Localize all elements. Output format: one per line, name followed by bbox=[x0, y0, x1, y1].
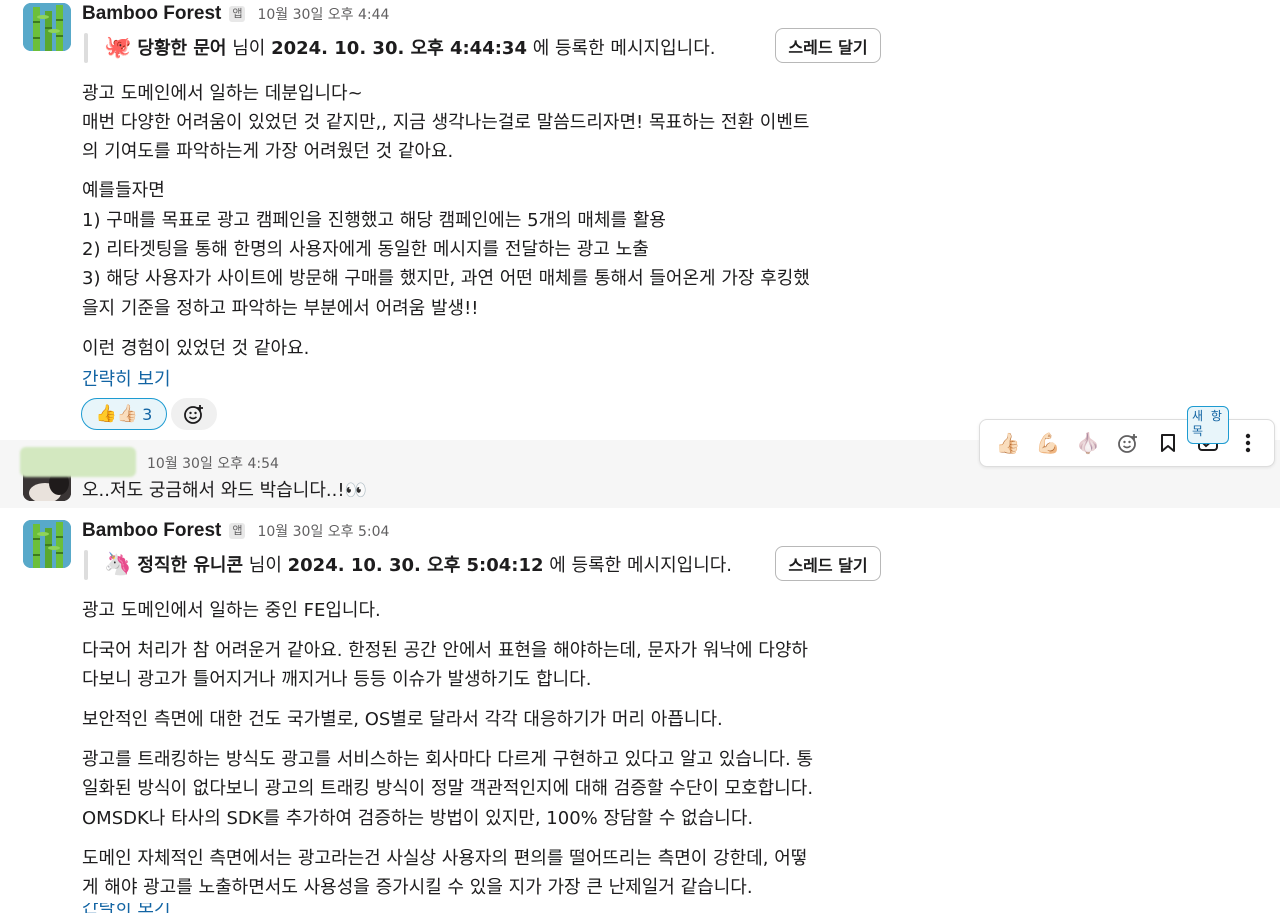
bookmark-icon bbox=[1161, 434, 1175, 452]
message-text: 매번 다양한 어려움이 있었던 것 같지만,, 지금 생각나는걸로 말씀드리자면… bbox=[82, 112, 810, 133]
thumbs-up-reaction[interactable]: 👍👍🏻 3 bbox=[81, 398, 167, 430]
thumbs-up-icon: 👍🏻 bbox=[995, 431, 1021, 455]
more-actions-button[interactable] bbox=[1228, 423, 1268, 463]
registration-mid-text: 님이 bbox=[243, 555, 288, 576]
thumbs-up-icon: 👍👍🏻 bbox=[95, 404, 139, 424]
collapse-link[interactable]: 간략히 보기 bbox=[82, 903, 171, 913]
quote-bar bbox=[84, 33, 88, 63]
add-reaction-button[interactable] bbox=[171, 398, 217, 430]
registration-date: 2024. 10. 30. 오후 4:44:34 bbox=[271, 38, 527, 59]
registration-line: 🦄 정직한 유니콘 님이 2024. 10. 30. 오후 5:04:12 에 … bbox=[104, 549, 732, 579]
quick-reaction-biceps[interactable]: 💪🏻 bbox=[1028, 423, 1068, 463]
message-text: OMSDK나 타사의 SDK를 추가하여 검증하는 방법이 있지만, 100% … bbox=[82, 808, 754, 829]
registration-line: 🐙 당황한 문어 님이 2024. 10. 30. 오후 4:44:34 에 등… bbox=[104, 32, 715, 62]
blurred-username bbox=[20, 447, 136, 477]
quote-bar bbox=[84, 550, 88, 580]
message-actions-toolbar: 👍🏻 💪🏻 🧄 bbox=[979, 419, 1275, 467]
message-text: 광고 도메인에서 일하는 중인 FE입니다. bbox=[82, 600, 381, 621]
octopus-icon: 🐙 bbox=[104, 34, 132, 60]
message-text: 도메인 자체적인 측면에서는 광고라는건 사실상 사용자의 편의를 떨어뜨리는 … bbox=[82, 848, 808, 869]
reaction-count: 3 bbox=[142, 404, 153, 424]
message-text: 3) 해당 사용자가 사이트에 방문해 구매를 했지만, 과연 어떤 매체를 통… bbox=[82, 268, 810, 289]
garlic-icon: 🧄 bbox=[1075, 431, 1101, 455]
quick-reaction-garlic[interactable]: 🧄 bbox=[1068, 423, 1108, 463]
timestamp[interactable]: 10월 30일 오후 5:04 bbox=[257, 521, 389, 541]
anonymous-nickname: 당황한 문어 bbox=[137, 38, 227, 59]
add-reaction-icon bbox=[184, 405, 203, 424]
timestamp[interactable]: 10월 30일 오후 4:54 bbox=[147, 453, 279, 473]
registration-tail-text: 에 등록한 메시지입니다. bbox=[543, 555, 733, 576]
message-text: 1) 구매를 목표로 광고 캠페인을 진행했고 해당 캠페인에는 5개의 매체를… bbox=[82, 210, 666, 231]
message-text: 광고 도메인에서 일하는 데분입니다~ bbox=[82, 83, 363, 104]
message-text: 다보니 광고가 틀어지거나 깨지거나 등등 이슈가 발생하기도 합니다. bbox=[82, 669, 592, 690]
flexed-biceps-icon: 💪🏻 bbox=[1035, 431, 1061, 455]
message-text: 의 기여도를 파악하는게 가장 어려웠던 것 같아요. bbox=[82, 141, 454, 162]
message-text: 다국어 처리가 참 어려운거 같아요. 한정된 공간 안에서 표현을 해야하는데… bbox=[82, 640, 808, 661]
message-text: 예를들자면 bbox=[82, 180, 165, 201]
add-reaction-icon bbox=[1118, 434, 1137, 453]
message-text: 광고를 트래킹하는 방식도 광고를 서비스하는 회사마다 다르게 구현하고 있다… bbox=[82, 749, 814, 770]
message-text: 게 해야 광고를 노출하면서도 사용성을 증가시킬 수 있을 지가 가장 큰 난… bbox=[82, 877, 753, 898]
message-text: 2) 리타겟팅을 통해 한명의 사용자에게 동일한 메시지를 전달하는 광고 노… bbox=[82, 239, 649, 260]
message-header: Bamboo Forest 앱 10월 30일 오후 5:04 bbox=[82, 520, 389, 542]
collapse-link-label: 간략히 보기 bbox=[82, 903, 171, 913]
message-text: 보안적인 측면에 대한 건도 국가별로, OS별로 달라서 각각 대응하기가 머… bbox=[82, 709, 723, 730]
anonymous-nickname: 정직한 유니콘 bbox=[137, 555, 244, 576]
message-text: 이런 경험이 있었던 것 같아요. bbox=[82, 338, 310, 359]
registration-mid-text: 님이 bbox=[226, 38, 272, 59]
app-badge: 앱 bbox=[229, 523, 246, 539]
message-text: 오..저도 궁금해서 와드 박습니다..!👀 bbox=[82, 480, 367, 501]
bamboo-forest-avatar[interactable] bbox=[23, 3, 71, 51]
message-header: Bamboo Forest 앱 10월 30일 오후 4:44 bbox=[82, 3, 389, 25]
registration-date: 2024. 10. 30. 오후 5:04:12 bbox=[287, 555, 544, 576]
message-text: 을지 기준을 정하고 파악하는 부분에서 어려움 발생!! bbox=[82, 298, 479, 319]
sender-name[interactable]: Bamboo Forest bbox=[82, 3, 221, 25]
unicorn-icon: 🦄 bbox=[104, 551, 132, 577]
sender-name[interactable]: Bamboo Forest bbox=[82, 520, 221, 542]
save-for-later-button[interactable] bbox=[1148, 423, 1188, 463]
quick-reaction-thumbs-up[interactable]: 👍🏻 bbox=[988, 423, 1028, 463]
thread-reply-button[interactable]: 스레드 달기 bbox=[775, 28, 881, 63]
registration-tail-text: 에 등록한 메시지입니다. bbox=[526, 38, 716, 59]
app-badge: 앱 bbox=[229, 6, 246, 22]
add-reaction-button[interactable] bbox=[1108, 423, 1148, 463]
timestamp[interactable]: 10월 30일 오후 4:44 bbox=[257, 4, 389, 24]
collapse-link[interactable]: 간략히 보기 bbox=[82, 365, 171, 391]
bamboo-forest-avatar[interactable] bbox=[23, 520, 71, 568]
message-text: 일화된 방식이 없다보니 광고의 트래킹 방식이 정말 객관적인지에 대해 검증… bbox=[82, 778, 814, 799]
thread-reply-button[interactable]: 스레드 달기 bbox=[775, 546, 881, 581]
tooltip-new-item: 새 항목 bbox=[1187, 406, 1229, 444]
more-icon bbox=[1245, 433, 1251, 453]
